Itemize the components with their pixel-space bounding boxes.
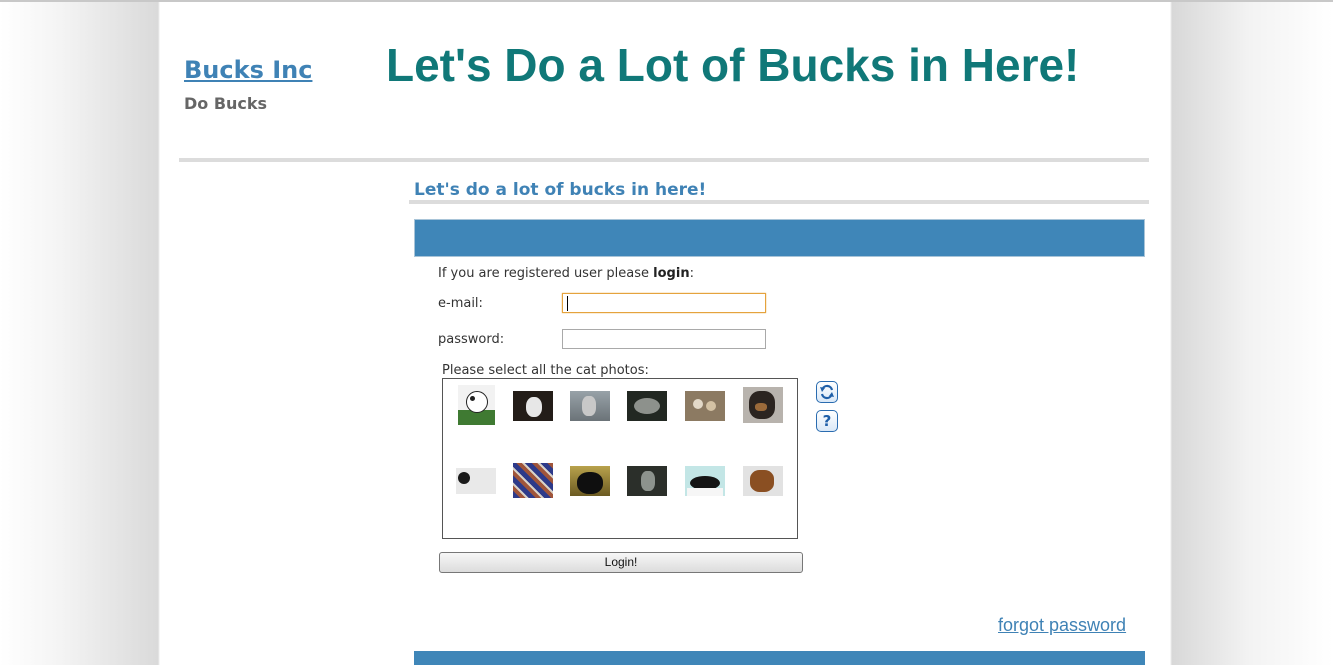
login-button[interactable]: Login! (439, 552, 803, 573)
login-intro-text: If you are registered user please (438, 266, 654, 281)
captcha-image[interactable] (513, 463, 553, 498)
content-top-bar (414, 219, 1145, 257)
page-container: Bucks Inc Do Bucks Let's Do a Lot of Buc… (160, 2, 1170, 665)
captcha-image[interactable] (570, 466, 610, 496)
captcha-image[interactable] (743, 387, 783, 423)
captcha-image[interactable] (685, 391, 725, 421)
captcha-image[interactable] (570, 391, 610, 421)
help-icon: ? (822, 412, 832, 430)
email-label: e-mail: (438, 296, 483, 311)
text-caret (567, 296, 568, 311)
page-headline: Let's Do a Lot of Bucks in Here! (386, 39, 1080, 91)
captcha-image[interactable] (685, 466, 725, 496)
refresh-icon (820, 384, 834, 400)
login-intro-colon: : (689, 266, 694, 281)
email-field[interactable] (562, 293, 766, 313)
header-divider (179, 158, 1149, 162)
forgot-password-link[interactable]: forgot password (998, 615, 1126, 636)
site-tagline: Do Bucks (184, 94, 268, 113)
section-title: Let's do a lot of bucks in here! (414, 180, 707, 200)
captcha-label: Please select all the cat photos: (442, 363, 649, 378)
captcha-help-button[interactable]: ? (816, 410, 838, 432)
captcha-image[interactable] (513, 391, 553, 421)
password-label: password: (438, 332, 505, 347)
captcha-image[interactable] (458, 385, 495, 425)
login-intro-bold: login (653, 266, 690, 281)
captcha-image[interactable] (743, 466, 783, 496)
captcha-image[interactable] (627, 391, 667, 421)
site-brand-link[interactable]: Bucks Inc (184, 56, 312, 84)
captcha-image[interactable] (456, 468, 496, 494)
section-divider (409, 200, 1149, 204)
refresh-captcha-button[interactable] (816, 381, 838, 403)
login-intro: If you are registered user please login: (438, 266, 694, 281)
password-field[interactable] (562, 329, 766, 349)
captcha-grid (442, 378, 798, 539)
captcha-image[interactable] (627, 466, 667, 496)
